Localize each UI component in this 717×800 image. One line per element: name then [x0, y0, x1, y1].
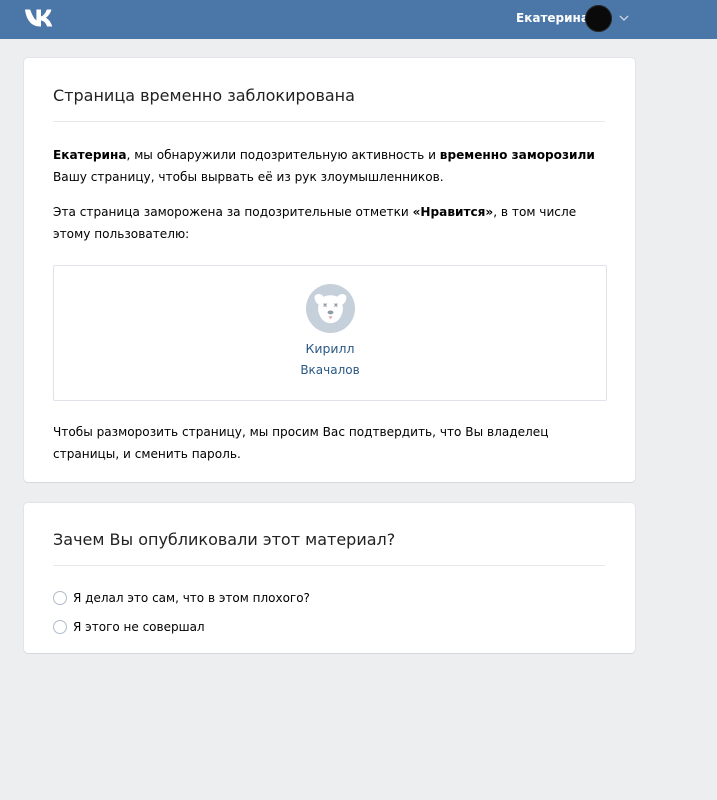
deactivated-dog-avatar-icon[interactable] [306, 284, 355, 333]
card-title: Страница временно заблокирована [53, 86, 355, 105]
answer-label[interactable]: Я этого не совершал [73, 620, 205, 634]
likes-bold: «Нравится» [412, 205, 494, 219]
liked-user-last-name[interactable]: Вкачалов [54, 363, 606, 377]
explanation-text-a: , мы обнаружили подозрительную активност… [126, 148, 440, 162]
radio-button[interactable] [53, 620, 67, 634]
answer-label[interactable]: Я делал это сам, что в этом плохого? [73, 591, 310, 605]
current-user-name[interactable]: Екатерина [516, 11, 589, 25]
radio-button[interactable] [53, 591, 67, 605]
question-title: Зачем Вы опубликовали этот материал? [53, 530, 396, 549]
user-name-bold: Екатерина [53, 148, 127, 162]
frozen-bold: временно заморозили [439, 148, 595, 162]
reason-text-a: Эта страница заморожена за подозрительны… [53, 205, 413, 219]
explanation-paragraph: Екатерина, мы обнаружили подозрительную … [53, 144, 613, 188]
user-avatar[interactable] [585, 5, 612, 32]
reason-paragraph: Эта страница заморожена за подозрительны… [53, 201, 613, 245]
question-divider [53, 565, 605, 566]
top-navigation-bar: Екатерина [0, 0, 717, 39]
vk-logo-icon[interactable] [24, 8, 56, 28]
explanation-text-b: Вашу страницу, чтобы вырвать её из рук з… [53, 170, 444, 184]
chevron-down-icon[interactable] [619, 14, 629, 22]
question-card: Зачем Вы опубликовали этот материал? Я д… [24, 503, 635, 653]
liked-user-box: Кирилл Вкачалов [53, 265, 607, 401]
title-divider [53, 121, 605, 122]
blocked-page-card: Страница временно заблокирована Екатерин… [24, 58, 635, 482]
unfreeze-paragraph: Чтобы разморозить страницу, мы просим Ва… [53, 425, 549, 461]
liked-user-first-name[interactable]: Кирилл [54, 341, 606, 356]
